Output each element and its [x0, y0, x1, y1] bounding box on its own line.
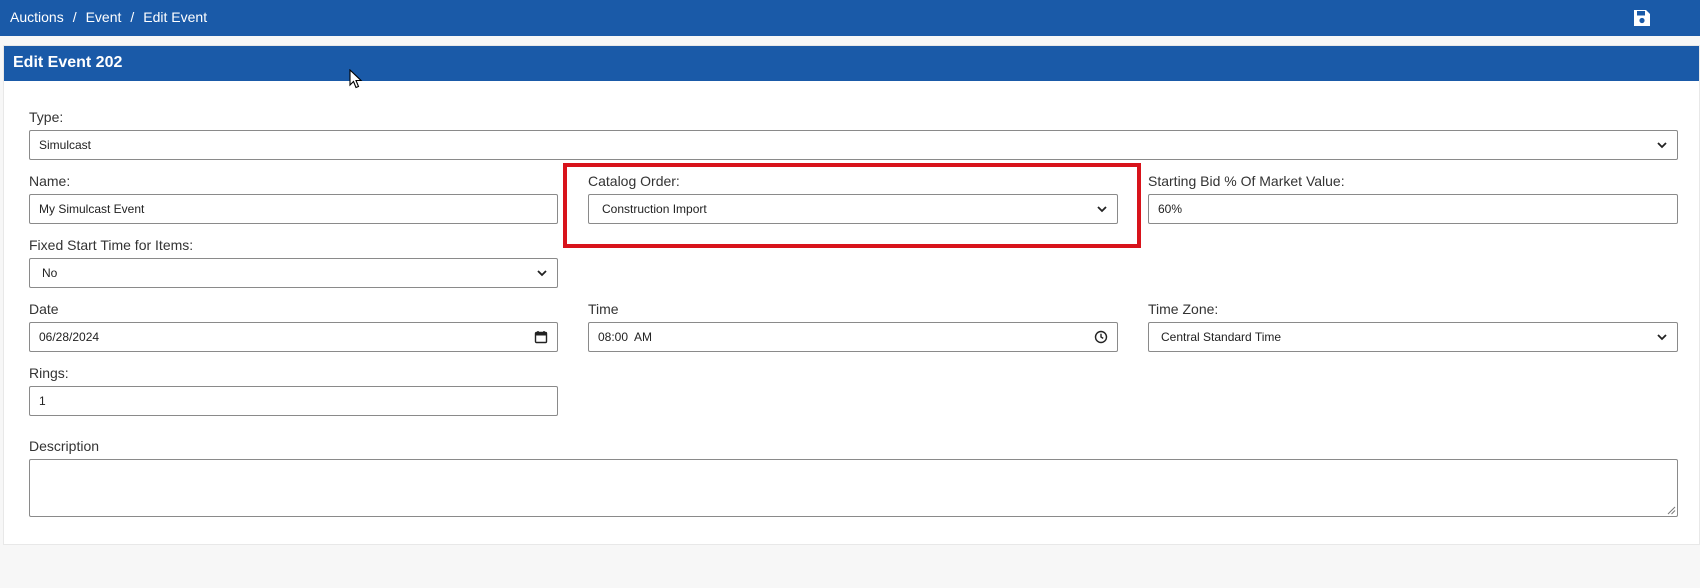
breadcrumb-edit-event: Edit Event — [143, 9, 208, 25]
fixed-start-select[interactable]: No — [29, 258, 558, 288]
breadcrumb-separator: / — [130, 9, 135, 25]
name-label: Name: — [29, 173, 71, 189]
catalog-order-highlight — [563, 163, 1141, 248]
description-label: Description — [29, 438, 100, 454]
time-zone-label: Time Zone: — [1148, 301, 1219, 317]
calendar-icon[interactable] — [534, 330, 548, 344]
rings-label: Rings: — [29, 365, 69, 381]
type-value: Simulcast — [39, 138, 92, 152]
fixed-start-label: Fixed Start Time for Items: — [29, 237, 194, 253]
save-icon — [1634, 10, 1650, 26]
starting-bid-input[interactable]: 60% — [1148, 194, 1678, 224]
time-value: 08:00 AM — [598, 330, 653, 344]
time-label: Time — [588, 301, 619, 317]
time-zone-select[interactable]: Central Standard Time — [1148, 322, 1678, 352]
breadcrumb: Auctions / Event / Edit Event — [10, 9, 207, 25]
name-value: My Simulcast Event — [39, 202, 145, 216]
date-input[interactable]: 06/28/2024 — [29, 322, 558, 352]
chevron-down-icon — [1657, 142, 1667, 149]
mouse-cursor-icon — [349, 69, 363, 89]
type-label: Type: — [29, 109, 64, 125]
date-value: 06/28/2024 — [39, 330, 100, 344]
breadcrumb-auctions[interactable]: Auctions — [10, 9, 64, 25]
resize-grip-icon[interactable] — [1666, 505, 1676, 515]
top-bar: Auctions / Event / Edit Event — [0, 0, 1700, 36]
card-title: Edit Event 202 — [13, 54, 123, 71]
save-button[interactable] — [1632, 8, 1652, 28]
chevron-down-icon — [1657, 334, 1667, 341]
date-label: Date — [29, 301, 59, 317]
card-header: Edit Event 202 — [4, 46, 1699, 81]
fixed-start-value: No — [42, 266, 58, 280]
description-textarea[interactable] — [29, 459, 1678, 517]
time-input[interactable]: 08:00 AM — [588, 322, 1118, 352]
rings-value: 1 — [39, 394, 46, 408]
breadcrumb-separator: / — [72, 9, 77, 25]
starting-bid-value: 60% — [1158, 202, 1183, 216]
breadcrumb-event[interactable]: Event — [86, 9, 122, 25]
starting-bid-label: Starting Bid % Of Market Value: — [1148, 173, 1345, 189]
type-select[interactable]: Simulcast — [29, 130, 1678, 160]
name-input[interactable]: My Simulcast Event — [29, 194, 558, 224]
clock-icon[interactable] — [1094, 330, 1108, 344]
time-zone-value: Central Standard Time — [1161, 330, 1282, 344]
rings-input[interactable]: 1 — [29, 386, 558, 416]
chevron-down-icon — [537, 270, 547, 277]
